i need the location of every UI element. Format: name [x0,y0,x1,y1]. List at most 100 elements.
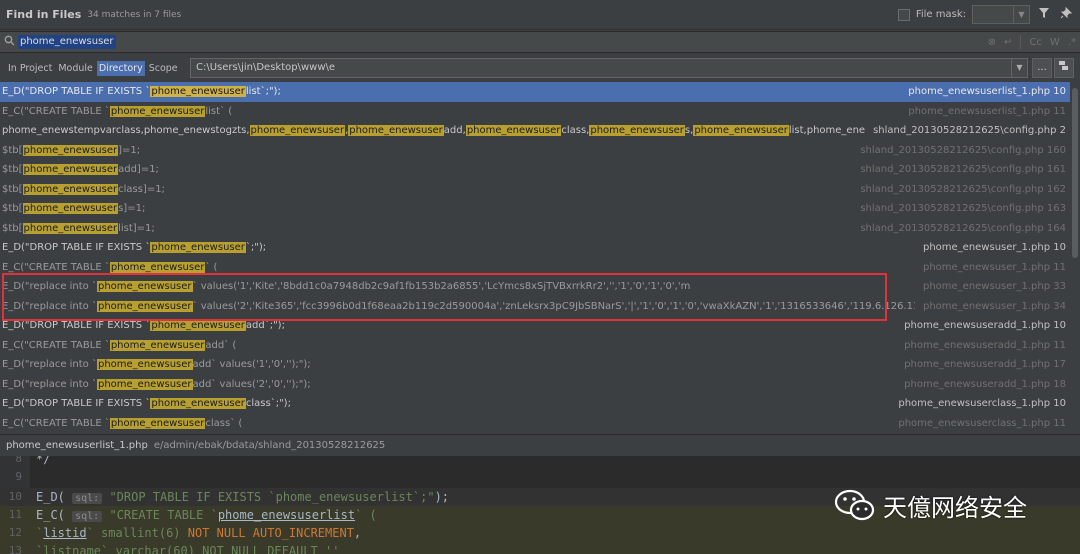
result-prefix: E_D("replace into ` [2,281,97,293]
result-location: phome_enewsuseradd_1.php 11 [904,339,1066,351]
tab-module[interactable]: Module [56,61,95,76]
regex-icon[interactable]: .* [1068,37,1076,48]
code-token: */ [36,456,51,466]
result-row[interactable]: $tb[phome_enewsuseradd]=1; shland_2013052… [0,160,1070,180]
line-number: 13 [8,544,22,554]
match-highlight: phome_enewsuser [109,339,206,351]
result-row[interactable]: E_C("CREATE TABLE `phome_enewsuserlist` … [0,102,1070,122]
match-highlight: phome_enewsuser [22,222,119,234]
pin-icon[interactable] [1058,6,1074,22]
browse-button[interactable]: ... [1032,58,1052,78]
result-prefix: $tb[ [2,144,23,156]
result-location: phome_enewsuseradd_1.php 18 [904,378,1066,390]
file-mask-checkbox[interactable] [897,8,910,21]
result-location: shland_20130528212625\config.php 160 [860,144,1066,156]
line-number: 12 [8,526,22,539]
code-token: ` smallint(6) [86,526,188,540]
tab-directory[interactable]: Directory [96,60,145,76]
result-row[interactable]: $tb[phome_enewsuserlist]=1; shland_201305… [0,219,1070,239]
match-highlight: phome_enewsuser [150,320,246,332]
match-highlight: phome_enewsuser [109,417,206,429]
scrollbar-thumb[interactable] [1072,88,1078,258]
result-suffix: list,phome_enewsvote,phome_enewsvotemo [788,125,866,137]
code-token: NOT NULL AUTO_INCREMENT [187,526,354,540]
result-suffix: add`;"); [245,320,285,332]
result-code: E_D("replace into `phome_enewsuser` valu… [2,281,915,293]
match-highlight: phome_enewsuser [96,281,193,293]
result-code: E_D("DROP TABLE IF EXISTS `phome_enewsus… [2,398,890,410]
result-row[interactable]: E_D("replace into `phome_enewsuser` valu… [0,277,1070,297]
result-row[interactable]: E_C("CREATE TABLE `phome_enewsuser` (pho… [0,258,1070,278]
result-location: phome_enewsuseradd_1.php 17 [904,359,1066,371]
result-row[interactable]: E_D("DROP TABLE IF EXISTS `phome_enewsus… [0,82,1070,102]
recursive-icon[interactable] [1054,58,1074,78]
result-prefix: E_D("replace into ` [2,359,97,371]
chevron-down-icon: ▼ [1011,59,1027,77]
result-code: $tb[phome_enewsuserclass]=1; [2,183,852,195]
newline-icon[interactable]: ↵ [1004,37,1012,48]
whole-words-toggle[interactable]: W [1050,37,1060,48]
match-case-toggle[interactable]: Cc [1029,37,1041,48]
result-row[interactable]: E_D("replace into `phome_enewsuseradd` v… [0,375,1070,395]
result-prefix: E_D("DROP TABLE IF EXISTS ` [2,242,151,254]
code-text: `listname` varchar(60) NOT NULL DEFAULT … [36,542,339,554]
code-token: ); [434,490,450,504]
result-suffix: add` values('2','0','');"); [192,378,311,390]
line-number: 9 [15,470,22,483]
match-highlight: phome_enewsuser [22,183,119,195]
result-prefix: E_D("DROP TABLE IF EXISTS ` [2,398,151,410]
result-row[interactable]: E_D("DROP TABLE IF EXISTS `phome_enewsus… [0,394,1070,414]
result-row[interactable]: $tb[phome_enewsuser]=1; shland_2013052821… [0,141,1070,161]
result-suffix: ` values('2','Kite365','fcc3996b0d1f68ea… [192,300,915,312]
clear-icon[interactable]: ⊗ [988,37,996,48]
result-suffix: class]=1; [118,183,165,195]
result-row[interactable]: $tb[phome_enewsusers]=1; shland_201305282… [0,199,1070,219]
match-highlight: phome_enewsuser [109,105,206,117]
results-list[interactable]: E_D("DROP TABLE IF EXISTS `phome_enewsus… [0,82,1070,434]
code-token: phome_enewsuserlist [217,508,356,522]
filter-icon[interactable] [1036,7,1052,22]
code-text: */ [36,456,50,468]
tab-scope[interactable]: Scope [147,61,180,76]
result-prefix: E_D("replace into ` [2,300,97,312]
directory-combo[interactable]: C:\Users\jin\Desktop\www\e ▼ [190,58,1028,78]
param-hint: sql: [72,511,103,522]
result-location: shland_20130528212625\config.php 162 [860,183,1066,195]
result-code: E_D("replace into `phome_enewsuser` valu… [2,300,915,312]
result-prefix: $tb[ [2,203,23,215]
result-code: E_D("DROP TABLE IF EXISTS `phome_enewsus… [2,86,900,98]
result-code: E_C("CREATE TABLE `phome_enewsuserlist` … [2,105,900,117]
match-highlight: phome_enewsuser [96,300,193,312]
code-token: , [353,526,362,540]
result-location: phome_enewsuserclass_1.php 11 [898,417,1066,429]
result-suffix: add, [443,125,466,137]
search-input[interactable]: phome_enewsuser [18,35,116,49]
result-code: E_C("CREATE TABLE `phome_enewsuserclass`… [2,417,890,429]
result-row[interactable]: E_D("replace into `phome_enewsuser` valu… [0,297,1070,317]
results-scrollbar[interactable] [1070,82,1080,434]
result-code: E_C("CREATE TABLE `phome_enewsuser` ( [2,261,915,273]
result-code: $tb[phome_enewsuserlist]=1; [2,222,852,234]
line-number: 10 [8,490,22,503]
result-prefix: E_D("DROP TABLE IF EXISTS ` [2,320,151,332]
match-highlight: phome_enewsuser [249,125,346,137]
preview-file-path: e/admin/ebak/bdata/shland_20130528212625 [153,440,386,451]
result-suffix: class` ( [205,417,243,429]
result-suffix: list`;"); [245,86,281,98]
result-suffix: `;"); [245,242,267,254]
search-row: phome_enewsuser ⊗ ↵ Cc W .* [0,31,1080,53]
match-highlight: phome_enewsuser [693,125,789,137]
result-row[interactable]: phome_enewstempvarclass,phome_enewstogzt… [0,121,1070,141]
result-row[interactable]: E_C("CREATE TABLE `phome_enewsuseradd` (… [0,336,1070,356]
result-row[interactable]: E_D("DROP TABLE IF EXISTS `phome_enewsus… [0,316,1070,336]
result-location: phome_enewsuser_1.php 34 [922,300,1066,312]
preview-path-bar: phome_enewsuserlist_1.php e/admin/ebak/b… [0,434,1080,456]
file-mask-combo[interactable]: ▼ [972,5,1030,24]
result-row[interactable]: E_D("DROP TABLE IF EXISTS `phome_enewsus… [0,238,1070,258]
result-row[interactable]: $tb[phome_enewsuserclass]=1; shland_20130… [0,180,1070,200]
result-code: $tb[phome_enewsuseradd]=1; [2,164,852,176]
result-row[interactable]: E_C("CREATE TABLE `phome_enewsuserclass`… [0,414,1070,434]
result-row[interactable]: E_D("replace into `phome_enewsuseradd` v… [0,355,1070,375]
tab-in-project[interactable]: In Project [6,61,54,76]
file-mask-label: File mask: [915,9,966,20]
